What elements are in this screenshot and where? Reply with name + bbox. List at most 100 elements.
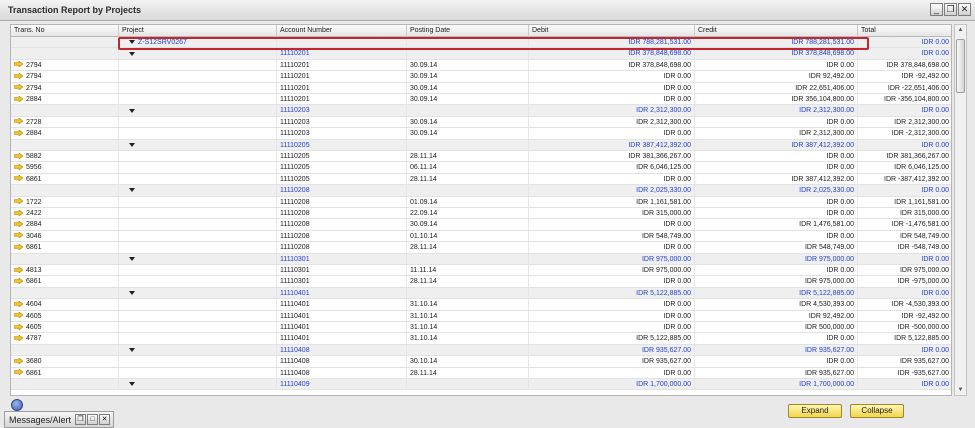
cell-debit: IDR 975,000.00 (641, 267, 691, 274)
column-header-total[interactable]: Total (858, 25, 951, 37)
cell-account: 11110205 (280, 141, 310, 149)
table-row[interactable]: 2794 11110201 30.09.14 IDR 0.00 IDR 92,492.0… (11, 71, 951, 83)
table-row[interactable]: 2794 11110201 30.09.14 IDR 0.00 IDR 22,651,4… (11, 82, 951, 94)
cell-total: IDR -4,530,393.00 (891, 301, 949, 309)
yellow-arrow-icon[interactable] (14, 277, 23, 284)
table-row[interactable]: 2884 11110208 30.09.14 IDR 0.00 IDR 1,476,58… (11, 219, 951, 231)
yellow-arrow-icon[interactable] (14, 266, 23, 273)
account-group-row[interactable]: 11110208 IDR 2,025,330.00 IDR 2,025,330.00… (11, 185, 951, 197)
yellow-arrow-icon[interactable] (14, 84, 23, 91)
table-row[interactable]: 6861 11110205 28.11.14 IDR 0.00 IDR 387,412,… (11, 173, 951, 186)
table-row[interactable]: 5882 11110205 28.11.14 IDR 381,366,267.00 ID… (11, 151, 951, 163)
collapse-button[interactable]: Collapse (850, 404, 904, 418)
cell-date: 30.10.14 (410, 358, 438, 366)
table-row[interactable]: 2422 11110208 22.09.14 IDR 315,000.00 IDR 0.… (11, 208, 951, 220)
yellow-arrow-icon[interactable] (14, 323, 23, 330)
maximize-icon[interactable]: □ (87, 414, 98, 425)
minimize-icon[interactable]: _ (930, 3, 943, 16)
table-row[interactable]: 6861 11110208 28.11.14 IDR 0.00 IDR 548,749.… (11, 242, 951, 254)
cell-account: 11110208 (280, 187, 310, 195)
triangle-down-icon[interactable] (129, 347, 135, 352)
table-row[interactable]: 5956 11110205 06.11.14 IDR 6,046,125.00 IDR … (11, 162, 951, 174)
cell-account: 11110205 (280, 175, 310, 183)
cell-credit: IDR 1,476,581.00 (799, 221, 854, 229)
yellow-arrow-icon[interactable] (14, 312, 23, 319)
table-row[interactable]: 2884 11110201 30.09.14 IDR 0.00 IDR 356,104,… (11, 94, 951, 106)
close-icon[interactable]: ✕ (99, 414, 110, 425)
table-row[interactable]: 4604 11110401 31.10.14 IDR 0.00 IDR 4,530,39… (11, 299, 951, 311)
account-group-row[interactable]: 11110409 IDR 1,700,000.00 IDR 1,700,000.00… (11, 379, 951, 391)
account-group-row[interactable]: 11110201 IDR 378,848,698.00 IDR 378,848,69… (11, 48, 951, 60)
triangle-down-icon[interactable] (129, 382, 135, 387)
yellow-arrow-icon[interactable] (14, 232, 23, 239)
scroll-down-icon[interactable]: ▼ (956, 385, 965, 395)
triangle-down-icon[interactable] (129, 290, 135, 295)
yellow-arrow-icon[interactable] (14, 175, 23, 182)
column-header-posting-date[interactable]: Posting Date (407, 25, 529, 37)
column-header-credit[interactable]: Credit (695, 25, 858, 37)
cell-account: 11110208 (280, 210, 310, 217)
table-row[interactable]: 2884 11110203 30.09.14 IDR 0.00 IDR 2,312,30… (11, 128, 951, 140)
yellow-arrow-icon[interactable] (14, 300, 23, 307)
table-row[interactable]: 4605 11110401 31.10.14 IDR 0.00 IDR 92,492.0… (11, 310, 951, 322)
cell-total: IDR 0.00 (921, 255, 949, 263)
yellow-arrow-icon[interactable] (14, 118, 23, 125)
cell-trans: 5956 (26, 164, 42, 172)
table-row[interactable]: 6861 11110408 28.11.14 IDR 0.00 IDR 935,627.… (11, 367, 951, 379)
scroll-up-icon[interactable]: ▲ (956, 25, 965, 35)
account-group-row[interactable]: 11110408 IDR 935,627.00 IDR 935,627.00 IDR … (11, 344, 951, 357)
column-header-trans-no[interactable]: Trans. No (11, 25, 119, 37)
triangle-down-icon[interactable] (129, 142, 135, 147)
account-group-row[interactable]: 11110205 IDR 387,412,392.00 IDR 387,412,39… (11, 139, 951, 151)
table-row[interactable]: 2728 11110203 30.09.14 IDR 2,312,300.00 IDR … (11, 116, 951, 129)
triangle-down-icon[interactable] (129, 256, 135, 261)
account-group-row[interactable]: 11110301 IDR 975,000.00 IDR 975,000.00 IDR … (11, 253, 951, 265)
yellow-arrow-icon[interactable] (14, 129, 23, 136)
table-row[interactable]: 2794 11110201 30.09.14 IDR 378,848,698.00 ID… (11, 59, 951, 72)
yellow-arrow-icon[interactable] (14, 152, 23, 159)
yellow-arrow-icon[interactable] (14, 369, 23, 376)
yellow-arrow-icon[interactable] (14, 61, 23, 68)
yellow-arrow-icon[interactable] (14, 357, 23, 364)
triangle-down-icon[interactable] (129, 188, 135, 193)
vertical-scrollbar[interactable]: ▲ ▼ (954, 24, 967, 396)
table-row[interactable]: 3680 11110408 30.10.14 IDR 935,627.00 IDR 0.… (11, 356, 951, 368)
column-header-project[interactable]: Project (119, 25, 277, 37)
yellow-arrow-icon[interactable] (14, 163, 23, 170)
scrollbar-thumb[interactable] (956, 39, 965, 93)
yellow-arrow-icon[interactable] (14, 220, 23, 227)
yellow-arrow-icon[interactable] (14, 209, 23, 216)
cell-debit: IDR 935,627.00 (641, 346, 691, 354)
cell-credit: IDR 2,025,330.00 (799, 187, 854, 195)
info-icon[interactable] (11, 399, 23, 411)
column-header-debit[interactable]: Debit (529, 25, 695, 37)
table-row[interactable]: 3046 11110208 01.10.14 IDR 548,749.00 IDR 0.… (11, 230, 951, 243)
column-header-account-number[interactable]: Account Number (277, 25, 407, 37)
table-row[interactable]: 6861 11110301 28.11.14 IDR 0.00 IDR 975,000.… (11, 276, 951, 288)
yellow-arrow-icon[interactable] (14, 72, 23, 79)
table-row[interactable]: 4605 11110401 31.10.14 IDR 0.00 IDR 500,000.… (11, 322, 951, 334)
table-row[interactable]: 1722 11110208 01.09.14 IDR 1,161,581.00 IDR … (11, 196, 951, 208)
expand-button[interactable]: Expand (788, 404, 842, 418)
triangle-down-icon[interactable] (129, 40, 135, 45)
close-icon[interactable]: ✕ (958, 3, 971, 16)
account-group-row[interactable]: 11110401 IDR 5,122,885.00 IDR 5,122,885.00… (11, 287, 951, 300)
triangle-down-icon[interactable] (129, 108, 135, 113)
messages-alert-bar[interactable]: Messages/Alert ❐ □ ✕ (4, 411, 114, 428)
table-row[interactable]: 4813 11110301 11.11.14 IDR 975,000.00 IDR 0.… (11, 265, 951, 277)
yellow-arrow-icon[interactable] (14, 198, 23, 205)
triangle-down-icon[interactable] (129, 51, 135, 56)
account-group-row[interactable]: 11110203 IDR 2,312,300.00 IDR 2,312,300.00… (11, 105, 951, 117)
restore-icon[interactable]: ❐ (944, 3, 957, 16)
cell-credit: IDR 935,627.00 (804, 346, 854, 354)
cell-trans: 6861 (26, 244, 42, 252)
title-bar[interactable]: Transaction Report by Projects _ ❐ ✕ (0, 0, 975, 21)
cell-account: 11110401 (280, 335, 310, 343)
yellow-arrow-icon[interactable] (14, 334, 23, 341)
restore-icon[interactable]: ❐ (75, 414, 86, 425)
project-group-row[interactable]: Z-S12SRV0267 IDR 788,281,531.00 IDR 788,28… (11, 37, 951, 49)
table-row[interactable]: 4787 11110401 31.10.14 IDR 5,122,885.00 IDR … (11, 333, 951, 345)
yellow-arrow-icon[interactable] (14, 95, 23, 102)
cell-debit: IDR 381,366,267.00 (628, 153, 691, 160)
yellow-arrow-icon[interactable] (14, 243, 23, 250)
